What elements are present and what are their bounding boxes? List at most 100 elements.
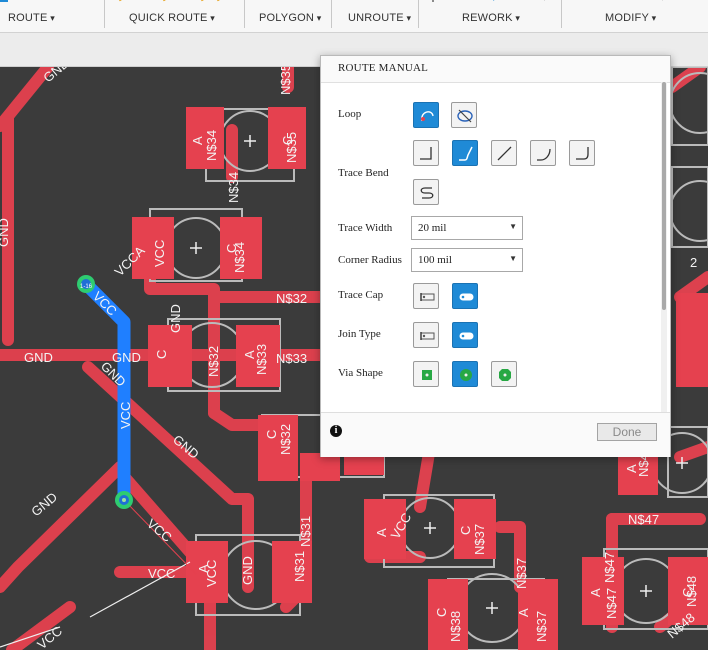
net-label: N$32	[206, 346, 221, 377]
loop-icon	[421, 111, 434, 122]
net-label: GND	[168, 304, 183, 333]
pad-label: C	[280, 136, 295, 145]
via-square-icon	[422, 370, 432, 380]
loop-mode-1-button[interactable]	[413, 102, 439, 128]
net-label: N$47	[628, 512, 659, 527]
dialog-scrollbar[interactable]	[661, 82, 667, 412]
net-label: N$33	[276, 351, 307, 366]
dialog-footer: i Done	[321, 412, 670, 457]
pad-label: A	[190, 136, 205, 145]
pad-label: A	[242, 350, 257, 359]
bend-curve-icon	[459, 146, 473, 161]
join-type-label: Join Type	[338, 328, 381, 340]
modify-group[interactable]: MODIFY	[562, 0, 708, 32]
via-square-button[interactable]	[413, 361, 439, 387]
bend-45-curve-button[interactable]	[452, 140, 478, 166]
done-button[interactable]: Done	[597, 423, 657, 441]
cap-round-icon	[459, 293, 474, 301]
trace-width-label: Trace Width	[338, 222, 393, 234]
polygon-icon	[245, 0, 331, 6]
pad-label: A	[588, 588, 603, 597]
pad-label: C	[154, 350, 169, 359]
bend-round-icon	[576, 147, 589, 160]
loop-mode-2-button[interactable]	[451, 102, 477, 128]
net-label: N$34	[226, 172, 241, 203]
pad-label: A	[624, 464, 639, 473]
net-label: N$31	[292, 551, 307, 582]
net-label: N$47	[602, 552, 617, 583]
route-manual-dialog: ROUTE MANUAL Loop Trace Bend Trace Width…	[320, 55, 671, 457]
route-group[interactable]: ROUTE	[0, 0, 104, 32]
bend-arc-icon	[537, 148, 551, 161]
join-round-icon	[459, 332, 474, 340]
loop-remove-icon	[457, 109, 473, 123]
bend-arc-button[interactable]	[530, 140, 556, 166]
polygon-group[interactable]: POLYGON	[245, 0, 331, 32]
bend-freeform-button[interactable]	[413, 179, 439, 205]
net-label: VCC	[118, 402, 133, 429]
bend-freeform-icon	[420, 187, 434, 199]
via-octagon-button[interactable]	[491, 361, 517, 387]
via-layer-label: 1-16	[80, 284, 93, 290]
net-label: N$35	[278, 67, 293, 95]
quick-route-icon	[119, 0, 220, 2]
pad-label: C	[224, 244, 239, 253]
via-round-icon	[460, 369, 472, 381]
unroute-menu[interactable]: UNROUTE	[348, 12, 411, 24]
via-round-button[interactable]	[452, 361, 478, 387]
net-label: 2	[690, 255, 697, 270]
toolbar: ROUTE QUICK ROUTE POLYGON UNROUTE REWORK…	[0, 0, 708, 33]
corner-radius-select[interactable]: 100 mil ▼	[411, 248, 523, 272]
cap-flat-icon	[420, 293, 435, 301]
route-icon	[0, 0, 8, 2]
rework-icon	[432, 0, 545, 2]
net-label: GND	[0, 218, 11, 247]
net-label: N$38	[448, 611, 463, 642]
net-label: N$31	[298, 516, 313, 547]
bend-round-button[interactable]	[569, 140, 595, 166]
info-icon[interactable]: i	[330, 425, 342, 437]
corner-radius-value: 100 mil	[418, 254, 452, 266]
net-label: N$37	[534, 611, 549, 642]
pad-label: A	[516, 608, 531, 617]
loop-label: Loop	[338, 108, 362, 120]
pad-label: C	[264, 430, 279, 439]
dialog-titlebar[interactable]: ROUTE MANUAL	[321, 56, 670, 83]
modify-menu[interactable]: MODIFY	[605, 12, 656, 24]
net-label: N$37	[514, 558, 529, 589]
quick-route-menu[interactable]: QUICK ROUTE	[129, 12, 215, 24]
net-label: N$32	[278, 424, 293, 455]
quick-route-group[interactable]: QUICK ROUTE	[105, 0, 243, 32]
cap-round-button[interactable]	[452, 283, 478, 309]
pad-label: A	[196, 564, 211, 573]
bend-90-icon	[420, 147, 432, 160]
cap-flat-button[interactable]	[413, 283, 439, 309]
bend-diagonal-button[interactable]	[491, 140, 517, 166]
unroute-group[interactable]: UNROUTE	[332, 0, 418, 32]
join-round-button[interactable]	[452, 322, 478, 348]
net-label: N$34	[204, 130, 219, 161]
bend-90-button[interactable]	[413, 140, 439, 166]
net-label: GND	[24, 350, 53, 365]
via-octagon-icon	[499, 369, 511, 381]
route-menu[interactable]: ROUTE	[8, 12, 55, 24]
rework-menu[interactable]: REWORK	[462, 12, 520, 24]
modify-icon	[662, 0, 663, 1]
join-miter-button[interactable]	[413, 322, 439, 348]
trace-cap-label: Trace Cap	[338, 289, 384, 301]
rework-group[interactable]: REWORK	[419, 0, 561, 32]
via-center	[122, 498, 126, 502]
chevron-down-icon: ▼	[509, 222, 517, 231]
dialog-title: ROUTE MANUAL	[338, 62, 429, 74]
polygon-menu[interactable]: POLYGON	[259, 12, 321, 24]
join-miter-icon	[420, 332, 435, 340]
pad-label: A	[374, 528, 389, 537]
chevron-down-icon: ▼	[509, 254, 517, 263]
trace-width-select[interactable]: 20 mil ▼	[411, 216, 523, 240]
scrollbar-thumb[interactable]	[662, 82, 666, 310]
net-label: VCC	[148, 566, 175, 581]
pad-label: C	[434, 608, 449, 617]
trace-bend-label: Trace Bend	[338, 167, 389, 179]
net-label: GND	[112, 350, 141, 365]
net-label: VCC	[152, 240, 167, 267]
